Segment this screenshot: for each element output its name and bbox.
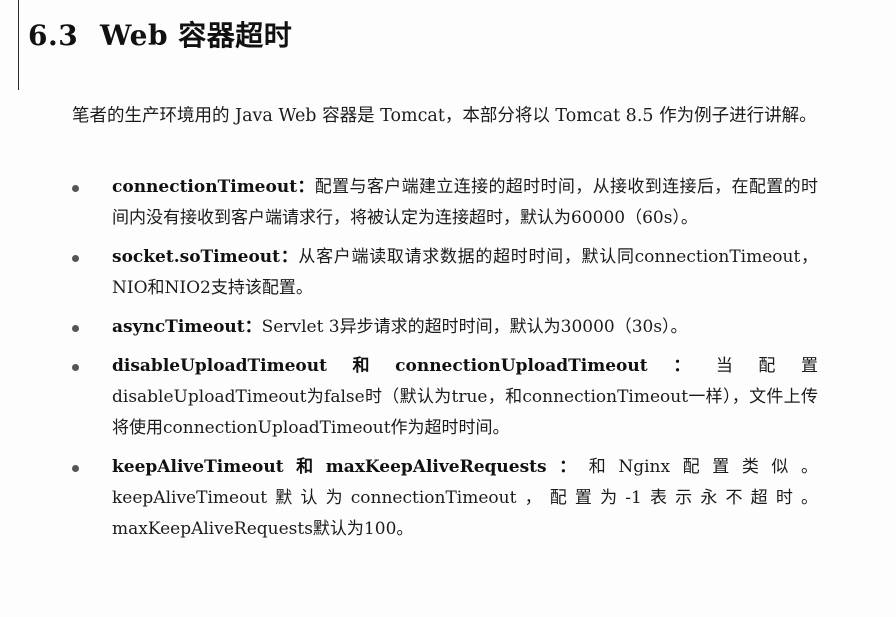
parameter-term: keepAliveTimeout和maxKeepAliveRequests [112, 457, 547, 477]
list-item: disableUploadTimeout和connectionUploadTim… [72, 351, 818, 444]
term-separator: ： [647, 356, 716, 376]
timeout-parameter-list: connectionTimeout：配置与客户端建立连接的超时时间，从接收到连接… [72, 172, 818, 553]
section-title: Web 容器超时 [100, 19, 293, 52]
bullet-icon [72, 364, 79, 371]
term-separator: ： [280, 247, 299, 267]
bullet-icon [72, 185, 79, 192]
bullet-icon [72, 465, 79, 472]
parameter-term: socket.soTimeout [112, 247, 280, 267]
parameter-term: asyncTimeout [112, 317, 245, 337]
bullet-icon [72, 325, 79, 332]
term-separator: ： [297, 177, 315, 197]
list-item: connectionTimeout：配置与客户端建立连接的超时时间，从接收到连接… [72, 172, 818, 234]
parameter-description: Servlet 3异步请求的超时时间，默认为30000（30s）。 [261, 317, 688, 337]
section-number: 6.3 [28, 19, 79, 52]
list-item: socket.soTimeout：从客户端读取请求数据的超时时间，默认同conn… [72, 242, 818, 304]
book-page: 6.3 Web 容器超时 笔者的生产环境用的 Java Web 容器是 Tomca… [0, 0, 896, 617]
list-item: keepAliveTimeout和maxKeepAliveRequests：和N… [72, 452, 818, 545]
bullet-icon [72, 255, 79, 262]
intro-paragraph: 笔者的生产环境用的 Java Web 容器是 Tomcat，本部分将以 Tomc… [72, 106, 817, 126]
parameter-term: connectionTimeout [112, 177, 298, 197]
section-heading: 6.3 Web 容器超时 [28, 14, 292, 54]
parameter-term: disableUploadTimeout和connectionUploadTim… [112, 356, 648, 376]
term-separator: ： [244, 317, 262, 337]
term-separator: ： [546, 457, 589, 477]
list-item: asyncTimeout：Servlet 3异步请求的超时时间，默认为30000… [72, 312, 818, 343]
margin-rule [18, 0, 19, 90]
